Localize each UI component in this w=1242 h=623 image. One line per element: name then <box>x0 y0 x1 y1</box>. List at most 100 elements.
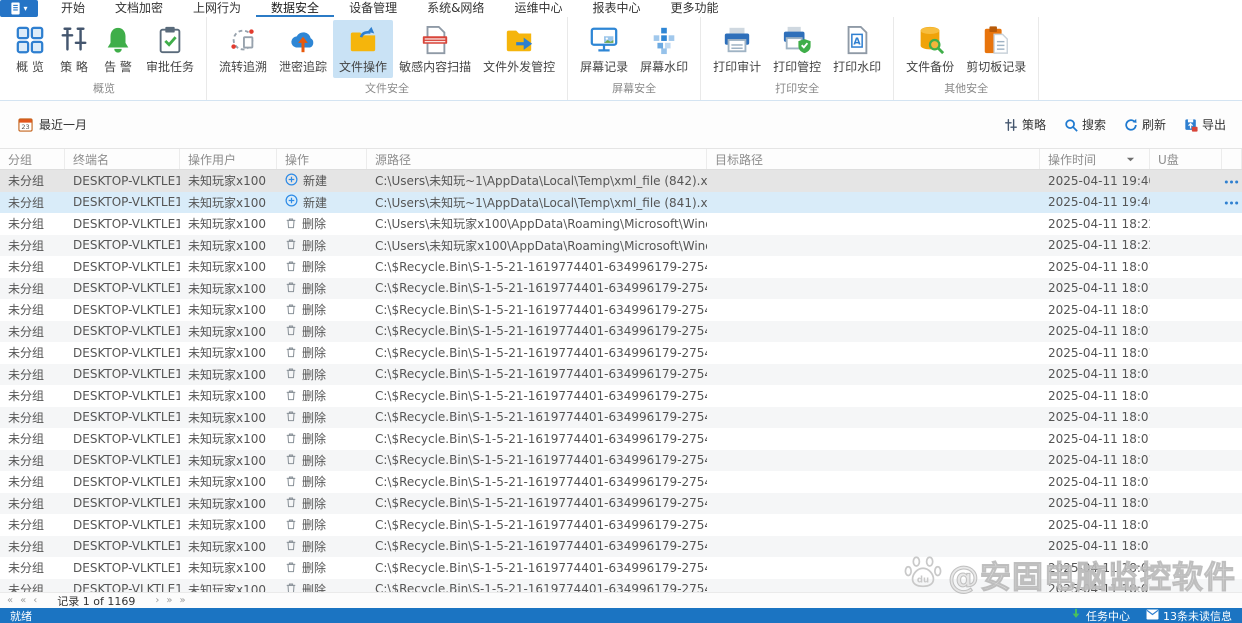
ribbon-item-printer[interactable]: 打印审计 <box>707 20 767 78</box>
table-row[interactable]: 未分组 DESKTOP-VLKTLE1 未知玩家x100 新建 C:\Users\未知玩… <box>0 170 1242 192</box>
ribbon-item-doc-scan[interactable]: 敏感内容扫描 <box>393 20 477 78</box>
column-header-8[interactable]: U盘 <box>1150 149 1222 169</box>
ribbon-group-items: 屏幕记录 屏幕水印 <box>574 17 694 79</box>
ribbon-item-cloud-leak[interactable]: 泄密追踪 <box>273 20 333 78</box>
ribbon-item-screen-record[interactable]: 屏幕记录 <box>574 20 634 78</box>
menu-tab-7[interactable]: 运维中心 <box>499 0 577 17</box>
column-header-6[interactable]: 目标路径 <box>707 149 1040 169</box>
cell-time: 2025-04-11 18:01:38 <box>1040 518 1150 532</box>
column-header-5[interactable]: 源路径 <box>367 149 707 169</box>
ribbon-item-label: 文件备份 <box>906 60 955 74</box>
ribbon-item-db-backup[interactable]: 文件备份 <box>900 20 960 78</box>
row-actions-menu-icon[interactable] <box>1224 195 1239 209</box>
column-header-7[interactable]: 操作时间 <box>1040 149 1150 169</box>
cell-text: 删除 <box>302 324 327 339</box>
date-range-filter[interactable]: 23 最近一月 <box>18 116 87 133</box>
last-page-button[interactable]: » <box>178 595 186 606</box>
table-row[interactable]: 未分组 DESKTOP-VLKTLE1 未知玩家x100 删除 C:\$Recycle.… <box>0 557 1242 579</box>
ribbon-item-printer-shield[interactable]: 打印管控 <box>767 20 827 78</box>
table-row[interactable]: 未分组 DESKTOP-VLKTLE1 未知玩家x100 删除 C:\$Recycle.… <box>0 277 1242 299</box>
table-row[interactable]: 未分组 DESKTOP-VLKTLE1 未知玩家x100 删除 C:\$Recycle.… <box>0 320 1242 342</box>
menu-tab-8[interactable]: 报表中心 <box>577 0 655 17</box>
ribbon-item-grid[interactable]: 概 览 <box>8 20 52 78</box>
prev-group-button[interactable]: « <box>19 595 27 606</box>
column-header-1[interactable]: 分组 <box>0 149 65 169</box>
statusbar-mail[interactable]: 13条未读信息 <box>1146 608 1232 623</box>
cell-text: 删除 <box>302 367 327 382</box>
ribbon-item-trace-cycle[interactable]: 流转追溯 <box>213 20 273 78</box>
table-row[interactable]: 未分组 DESKTOP-VLKTLE1 未知玩家x100 删除 C:\$Recycle.… <box>0 492 1242 514</box>
clipboard-check-icon <box>154 24 186 56</box>
menu-tab-5[interactable]: 设备管理 <box>334 0 412 17</box>
column-header-9[interactable] <box>1222 149 1242 169</box>
row-actions-menu-icon[interactable] <box>1224 174 1239 188</box>
table-row[interactable]: 未分组 DESKTOP-VLKTLE1 未知玩家x100 删除 C:\$Recycle.… <box>0 449 1242 471</box>
ribbon-item-folder-ops[interactable]: 文件操作 <box>333 20 394 78</box>
column-header-3[interactable]: 操作用户 <box>180 149 277 169</box>
table-row[interactable]: 未分组 DESKTOP-VLKTLE1 未知玩家x100 新建 C:\Users\未知玩… <box>0 191 1242 213</box>
cell-text: 删除 <box>302 303 327 318</box>
trash-icon <box>285 581 297 592</box>
table-row[interactable]: 未分组 DESKTOP-VLKTLE1 未知玩家x100 删除 C:\$Recycle.… <box>0 578 1242 592</box>
cell-text: DESKTOP-VLKTLE1 <box>73 474 180 489</box>
cell-text: 未分组 <box>8 496 45 511</box>
menu-tab-1[interactable]: 开始 <box>46 0 100 17</box>
first-page-button[interactable]: « <box>6 595 14 606</box>
cell-text: 删除 <box>302 539 327 554</box>
cell-text: 未知玩家x100 <box>188 174 267 189</box>
cell-text: 2025-04-11 18:01:38 <box>1048 410 1150 425</box>
statusbar-download-arrow[interactable]: 任务中心 <box>1070 608 1130 623</box>
table-row[interactable]: 未分组 DESKTOP-VLKTLE1 未知玩家x100 删除 C:\Users\未知玩… <box>0 213 1242 235</box>
sort-caret-icon[interactable] <box>1126 155 1135 164</box>
table-row[interactable]: 未分组 DESKTOP-VLKTLE1 未知玩家x100 删除 C:\$Recycle.… <box>0 406 1242 428</box>
ribbon-item-clipboard-record[interactable]: 剪切板记录 <box>960 20 1032 78</box>
toolbar-sliders-small-button[interactable]: 策略 <box>1004 116 1046 133</box>
cell-source: C:\$Recycle.Bin\S-1-5-21-1619774401-6349… <box>367 518 707 532</box>
ribbon-item-screen-watermark[interactable]: 屏幕水印 <box>634 20 694 78</box>
toolbar-search-button[interactable]: 搜索 <box>1064 116 1106 133</box>
toolbar-export-button[interactable]: 导出 <box>1184 116 1226 133</box>
table-row[interactable]: 未分组 DESKTOP-VLKTLE1 未知玩家x100 删除 C:\$Recycle.… <box>0 363 1242 385</box>
app-window: ▾ 开始 文档加密 上网行为 数据安全 设备管理 系统&网络 运维中心 报表中心 更多功能 概 … <box>0 0 1242 623</box>
menu-tab-9[interactable]: 更多功能 <box>655 0 733 17</box>
app-menu-button[interactable]: ▾ <box>0 0 38 17</box>
ribbon-item-sliders[interactable]: 策 略 <box>52 20 96 78</box>
table-row[interactable]: 未分组 DESKTOP-VLKTLE1 未知玩家x100 删除 C:\$Recycle.… <box>0 471 1242 493</box>
cell-action: 新建 <box>277 172 367 189</box>
menu-tab-3[interactable]: 上网行为 <box>178 0 256 17</box>
cell-source: C:\Users\未知玩家x100\AppData\Roaming\Micros… <box>367 215 707 232</box>
toolbar-refresh-button[interactable]: 刷新 <box>1124 116 1166 133</box>
ribbon-item-doc-watermark[interactable]: A 打印水印 <box>827 20 887 78</box>
ribbon-item-bell[interactable]: 告 警 <box>96 20 140 78</box>
menu-tab-2[interactable]: 文档加密 <box>100 0 178 17</box>
ribbon-item-folder-send[interactable]: 文件外发管控 <box>477 20 561 78</box>
table-row[interactable]: 未分组 DESKTOP-VLKTLE1 未知玩家x100 删除 C:\$Recycle.… <box>0 385 1242 407</box>
cell-user: 未知玩家x100 <box>180 430 277 447</box>
cell-action: 删除 <box>277 495 367 512</box>
column-header-4[interactable]: 操作 <box>277 149 367 169</box>
table-row[interactable]: 未分组 DESKTOP-VLKTLE1 未知玩家x100 删除 C:\$Recycle.… <box>0 299 1242 321</box>
cell-group: 未分组 <box>0 387 65 404</box>
ribbon-group-4: 打印审计 打印管控 A 打印水印 打印安全 <box>701 17 895 100</box>
cell-action: 删除 <box>277 473 367 490</box>
menu-tab-6[interactable]: 系统&网络 <box>412 0 499 17</box>
table-row[interactable]: 未分组 DESKTOP-VLKTLE1 未知玩家x100 删除 C:\$Recycle.… <box>0 342 1242 364</box>
menu-tab-4[interactable]: 数据安全 <box>256 0 334 17</box>
column-header-2[interactable]: 终端名 <box>65 149 180 169</box>
table-row[interactable]: 未分组 DESKTOP-VLKTLE1 未知玩家x100 删除 C:\$Recycle.… <box>0 428 1242 450</box>
cell-source: C:\$Recycle.Bin\S-1-5-21-1619774401-6349… <box>367 260 707 274</box>
table-row[interactable]: 未分组 DESKTOP-VLKTLE1 未知玩家x100 删除 C:\$Recycle.… <box>0 514 1242 536</box>
table-row[interactable]: 未分组 DESKTOP-VLKTLE1 未知玩家x100 删除 C:\$Recycle.… <box>0 256 1242 278</box>
next-page-button[interactable]: › <box>154 595 160 606</box>
cell-text: C:\Users\未知玩~1\AppData\Local\Temp\xml_fi… <box>375 195 707 210</box>
ribbon-item-clipboard-check[interactable]: 审批任务 <box>140 20 200 78</box>
cell-time: 2025-04-11 19:40:27 <box>1040 174 1150 188</box>
table-row[interactable]: 未分组 DESKTOP-VLKTLE1 未知玩家x100 删除 C:\$Recycle.… <box>0 535 1242 557</box>
toolbar-action-label: 刷新 <box>1141 118 1166 132</box>
next-group-button[interactable]: » <box>165 595 173 606</box>
cell-text: 2025-04-11 18:01:38 <box>1048 431 1150 446</box>
cell-text: 未分组 <box>8 410 45 425</box>
prev-page-button[interactable]: ‹ <box>32 595 38 606</box>
table-row[interactable]: 未分组 DESKTOP-VLKTLE1 未知玩家x100 删除 C:\Users\未知玩… <box>0 234 1242 256</box>
cell-time: 2025-04-11 18:01:38 <box>1040 410 1150 424</box>
